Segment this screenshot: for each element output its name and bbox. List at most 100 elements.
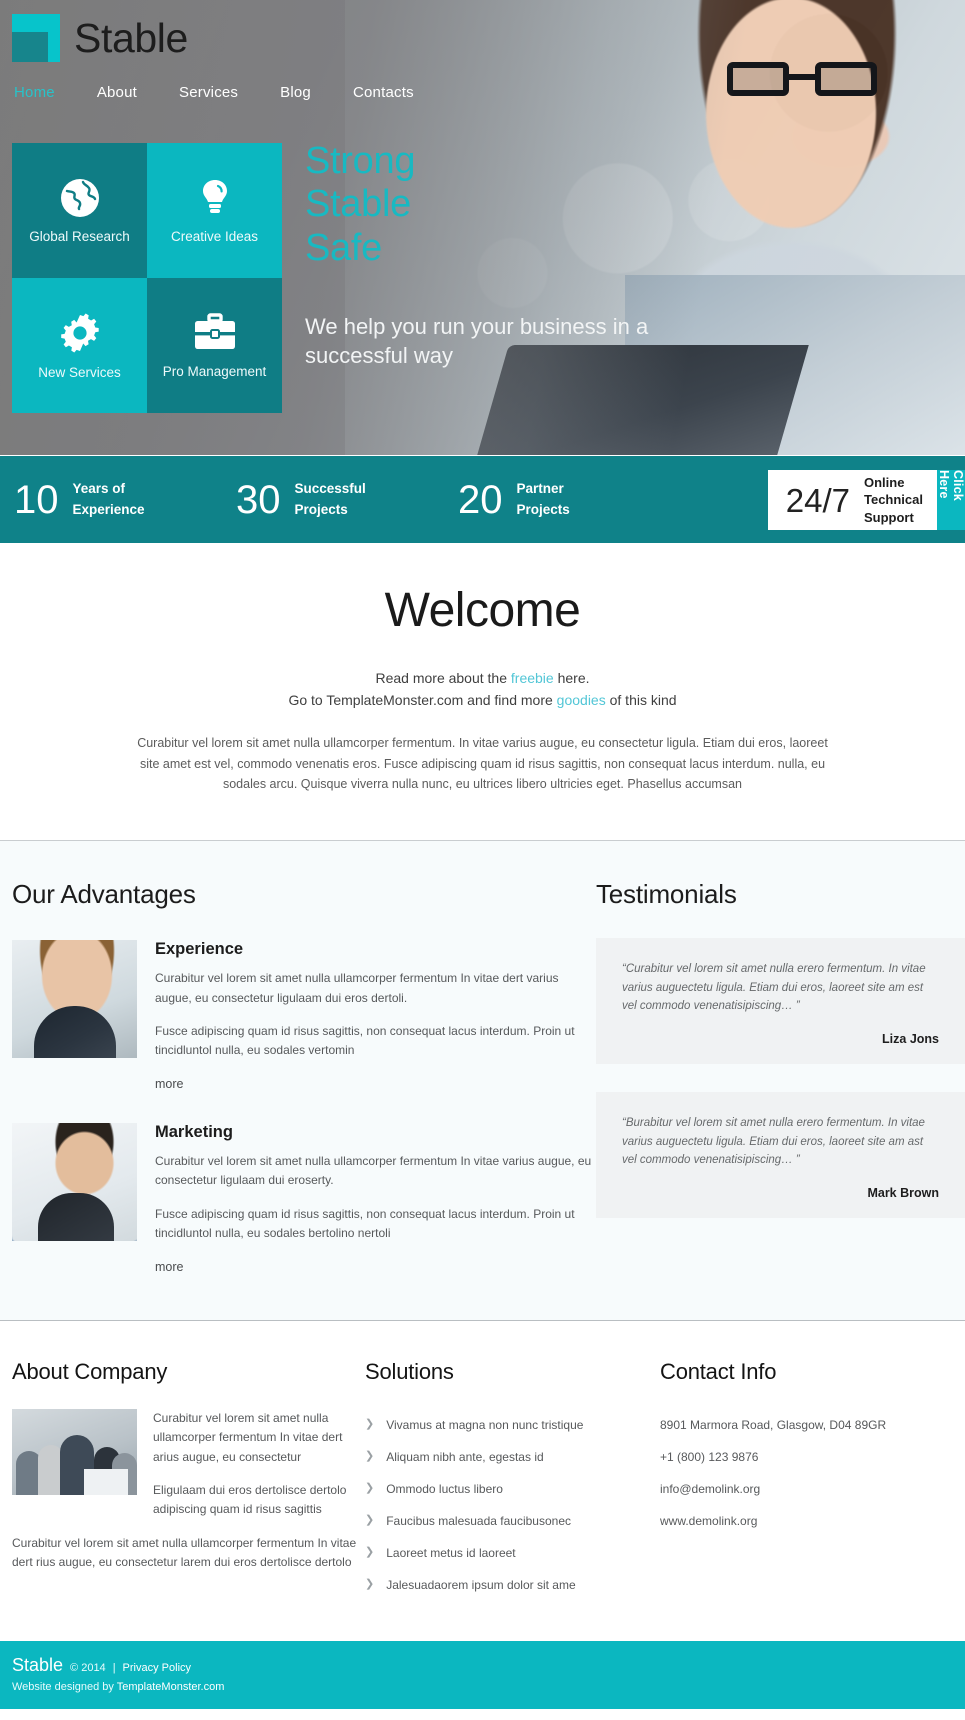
stat-caption-line-2: Experience (72, 501, 145, 517)
solution-link[interactable]: Laoreet metus id laoreet (386, 1544, 515, 1562)
advantage-heading: Marketing (155, 1122, 233, 1141)
nav-item-home[interactable]: Home (8, 80, 61, 105)
solution-link[interactable]: Vivamus at magna non nunc tristique (386, 1416, 583, 1434)
testimonial-card: “Burabitur vel lorem sit amet nulla erer… (596, 1092, 965, 1218)
lead-1-post: here. (553, 670, 590, 686)
briefcase-icon (192, 312, 238, 354)
solution-link[interactable]: Aliquam nibh ante, egestas id (386, 1448, 543, 1466)
tile-pro-management[interactable]: Pro Management (147, 278, 282, 413)
solutions-list: ❯ Vivamus at magna non nunc tristique ❯ Al… (365, 1409, 660, 1601)
advantage-heading: Experience (155, 940, 244, 959)
footer-separator: | (112, 1661, 116, 1674)
footer-brand-name: Stable (12, 1654, 64, 1675)
hero-headline-line-1: Strong (305, 140, 416, 182)
nav-item-blog[interactable]: Blog (274, 80, 317, 105)
contact-email[interactable]: info@demolink.org (660, 1473, 960, 1505)
tile-label: Global Research (29, 229, 130, 244)
support-hours: 24/7 (785, 481, 850, 519)
nav-item-about[interactable]: About (91, 80, 143, 105)
freebie-link[interactable]: freebie (511, 670, 554, 686)
footer-about-paragraph-1: Curabitur vel lorem sit amet nulla ullam… (153, 1410, 343, 1464)
footer-solutions-title: Solutions (365, 1358, 454, 1384)
support-text: Online Technical Support (864, 474, 923, 525)
footer-bottom-bar: Stable © 2014 | Privacy Policy Website d… (0, 1640, 965, 1709)
stat-number: 30 (236, 477, 281, 522)
welcome-lead-line-1: Read more about the freebie here. (0, 668, 965, 690)
goodies-link[interactable]: goodies (557, 692, 606, 708)
list-item[interactable]: ❯ Laoreet metus id laoreet (365, 1537, 660, 1569)
list-item[interactable]: ❯ Aliquam nibh ante, egestas id (365, 1441, 660, 1473)
stat-caption-line-1: Years of (72, 481, 126, 497)
solution-link[interactable]: Ommodo luctus libero (386, 1480, 503, 1498)
contact-phone: +1 (800) 123 9876 (660, 1449, 759, 1464)
stat-caption: Successful Projects (295, 479, 366, 520)
chevron-right-icon: ❯ (365, 1481, 375, 1494)
contact-website-link[interactable]: www.demolink.org (660, 1514, 757, 1528)
footer-about-column: About Company Curabitur vel lorem sit am… (0, 1359, 365, 1601)
contact-address: 8901 Marmora Road, Glasgow, D04 89GR (660, 1417, 887, 1432)
chevron-right-icon: ❯ (365, 1449, 375, 1462)
chevron-right-icon: ❯ (365, 1545, 375, 1558)
tile-label: Pro Management (162, 364, 267, 379)
chevron-right-icon: ❯ (365, 1417, 375, 1430)
page-title: Welcome (384, 584, 581, 637)
footer-copyright: © 2014 (70, 1661, 106, 1674)
advantage-item-experience: Experience Curabitur vel lorem sit amet … (12, 940, 596, 1093)
welcome-body-text: Curabitur vel lorem sit amet nulla ullam… (137, 736, 828, 791)
footer-solutions-column: Solutions ❯ Vivamus at magna non nunc tri… (365, 1359, 660, 1601)
tile-new-services[interactable]: New Services (12, 278, 147, 413)
stat-caption-line-1: Successful (294, 481, 366, 497)
stat-number: 10 (14, 477, 59, 522)
contact-website[interactable]: www.demolink.org (660, 1505, 960, 1537)
stable-squares-logo-icon (12, 14, 60, 62)
gear-icon (58, 311, 102, 355)
stat-caption: Partner Projects (517, 479, 570, 520)
list-item[interactable]: ❯ Ommodo luctus libero (365, 1473, 660, 1505)
designed-by-text: Website designed by (12, 1680, 117, 1693)
lead-2-post: of this kind (605, 691, 677, 708)
advantage-paragraph-1: Curabitur vel lorem sit amet nulla ullam… (155, 971, 559, 1005)
tile-global-research[interactable]: Global Research (12, 143, 147, 278)
globe-icon (59, 177, 101, 219)
click-here-button[interactable]: Click Here (937, 470, 965, 530)
list-item[interactable]: ❯ Jalesuadaorem ipsum dolor sit ame (365, 1569, 660, 1601)
site-header: Stable (0, 0, 965, 62)
welcome-lead-line-2: Go to TemplateMonster.com and find more … (0, 690, 965, 712)
brand-name: Stable (74, 14, 188, 61)
stat-caption-line-2: Projects (516, 501, 570, 517)
advantage-more-link[interactable]: more (155, 1077, 183, 1091)
tile-creative-ideas[interactable]: Creative Ideas (147, 143, 282, 278)
solution-link[interactable]: Jalesuadaorem ipsum dolor sit ame (386, 1576, 575, 1594)
footer-bottom-line-2: Website designed by TemplateMonster.com (12, 1681, 965, 1693)
support-info: 24/7 Online Technical Support (767, 470, 937, 530)
templatemonster-link[interactable]: TemplateMonster.com (117, 1681, 225, 1693)
advantage-more-link[interactable]: more (155, 1260, 183, 1274)
advantages-column: Our Advantages Experience Curabitur vel … (0, 879, 596, 1276)
advantages-title: Our Advantages (12, 879, 196, 910)
solution-link[interactable]: Faucibus malesuada faucibusonec (386, 1512, 571, 1530)
support-text-line-2: Technical (863, 492, 923, 508)
nav-item-contacts[interactable]: Contacts (347, 80, 420, 105)
nav-item-services[interactable]: Services (173, 80, 244, 105)
hero-headline-line-2: Stable (305, 183, 411, 226)
support-text-line-3: Support (863, 509, 914, 525)
stat-successful-projects: 30 Successful Projects (236, 479, 458, 520)
advantage-paragraph-2: Fusce adipiscing quam id risus sagittis,… (155, 1206, 575, 1241)
welcome-section: Welcome Read more about the freebie here… (0, 543, 965, 842)
testimonial-author: Liza Jons (882, 1032, 939, 1046)
stat-caption-line-1: Partner (516, 481, 564, 497)
hero-headline-line-3: Safe (305, 226, 382, 269)
testimonial-card: “Curabitur vel lorem sit amet nulla erer… (596, 938, 965, 1064)
support-widget: 24/7 Online Technical Support Click Here (767, 470, 965, 530)
click-here-label: Click Here (937, 470, 965, 501)
privacy-policy-link[interactable]: Privacy Policy (123, 1662, 191, 1674)
brand-logo[interactable]: Stable (12, 14, 965, 62)
chevron-right-icon: ❯ (365, 1577, 375, 1590)
hero-feature-tiles: Global Research Creative Ideas New Servi… (12, 143, 282, 413)
footer-contact-title: Contact Info (660, 1358, 777, 1384)
footer-about-row: Curabitur vel lorem sit amet nulla ullam… (12, 1408, 365, 1520)
contact-email-link[interactable]: info@demolink.org (660, 1482, 760, 1496)
tile-label: Creative Ideas (170, 229, 259, 244)
list-item[interactable]: ❯ Vivamus at magna non nunc tristique (365, 1409, 660, 1441)
list-item[interactable]: ❯ Faucibus malesuada faucibusonec (365, 1505, 660, 1537)
